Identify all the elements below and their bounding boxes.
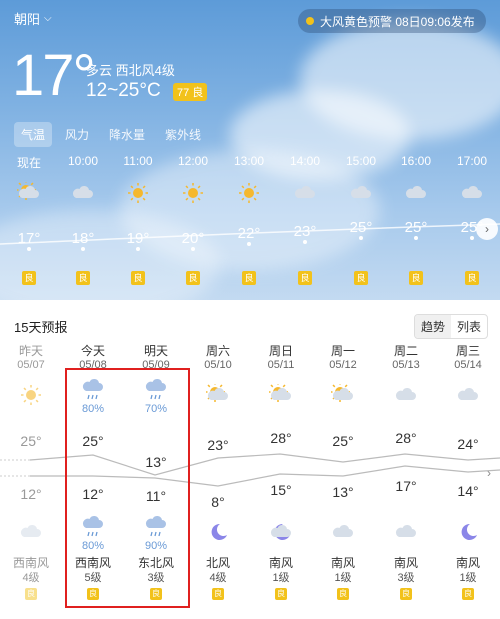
location-selector[interactable]: 朝阳 ⌵: [14, 9, 52, 28]
hour-time: 10:00: [67, 154, 99, 168]
view-list-button[interactable]: 列表: [451, 315, 487, 338]
alert-text: 大风黄色预警 08日09:06发布: [320, 14, 475, 29]
hour-time: 15:00: [345, 154, 377, 168]
hour-aqi-badge: 良: [354, 271, 368, 285]
highlight-box: [65, 368, 190, 608]
hour-time: 16:00: [400, 154, 432, 168]
hero-weather-panel: 朝阳 ⌵ 大风黄色预警 08日09:06发布 17° 多云 西北风4级 12~2…: [0, 0, 500, 300]
temperature-range: 12~25°C: [86, 80, 161, 101]
sun-cloud-icon: [268, 382, 293, 406]
hour-time: 17:00: [456, 154, 488, 168]
hour-aqi-badge: 良: [298, 271, 312, 285]
tab-precipitation[interactable]: 降水量: [102, 122, 152, 147]
day-name: 周日: [268, 344, 293, 358]
cloud-icon: [394, 521, 418, 541]
hour-time: 14:00: [289, 154, 321, 168]
hour-aqi-badge: 良: [22, 271, 36, 285]
day-date: 05/11: [267, 359, 295, 371]
wind-level: 4级: [209, 572, 227, 584]
tab-uv[interactable]: 紫外线: [158, 122, 208, 147]
day-date: 05/13: [392, 359, 420, 371]
cloud-icon: [331, 521, 355, 541]
moon-cloud-icon: [269, 521, 293, 541]
wind-level: 1级: [334, 572, 352, 584]
wind-level: 4级: [22, 572, 40, 584]
sun-cloud-icon: [330, 382, 355, 406]
cloud-icon: [293, 182, 317, 202]
day-name: 周一: [330, 344, 355, 358]
daily-next-button[interactable]: ›: [480, 462, 498, 484]
hourly-next-button[interactable]: ›: [476, 218, 498, 240]
hour-aqi-badge: 良: [242, 271, 256, 285]
day-name: 今天: [80, 344, 105, 358]
sun-icon: [237, 182, 261, 203]
hour-aqi-badge: 良: [409, 271, 423, 285]
hour-aqi-badge: 良: [186, 271, 200, 285]
sun-icon: [126, 182, 150, 203]
weather-alert[interactable]: 大风黄色预警 08日09:06发布: [298, 9, 486, 33]
day-date: 05/12: [329, 359, 357, 371]
day-name: 明天: [143, 344, 168, 358]
wind-level: 3级: [397, 572, 415, 584]
hourly-temp-curve: [0, 223, 500, 245]
hour-time: 11:00: [123, 154, 153, 168]
wind-level: 1级: [459, 572, 477, 584]
tab-temperature[interactable]: 气温: [14, 122, 53, 147]
forecast-title: 15天预报: [14, 320, 68, 335]
tab-wind[interactable]: 风力: [58, 122, 96, 147]
wind-level: 1级: [272, 572, 290, 584]
hour-time: 现在: [16, 156, 41, 170]
moon-icon: [456, 521, 480, 541]
day-name: 周三: [455, 344, 480, 358]
aqi-badge[interactable]: 77 良: [173, 83, 208, 101]
sun-icon: [181, 182, 205, 203]
day-date: 05/07: [17, 359, 45, 371]
cloud-icon: [71, 182, 95, 202]
day-date: 05/10: [204, 359, 232, 371]
cloud-icon: [19, 521, 43, 541]
cloud-icon: [394, 384, 418, 406]
sun-cloud-icon: [205, 382, 230, 406]
day-aqi-badge: 良: [212, 588, 224, 600]
hour-aqi-badge: 良: [76, 271, 90, 285]
moon-icon: [206, 521, 230, 541]
hour-time: 12:00: [177, 154, 209, 168]
day-name: 周六: [205, 344, 230, 358]
day-aqi-badge: 良: [25, 588, 37, 600]
cloud-icon: [456, 384, 480, 406]
day-name: 昨天: [18, 344, 43, 358]
hour-aqi-badge: 良: [465, 271, 479, 285]
day-aqi-badge: 良: [462, 588, 474, 600]
day-date: 05/14: [454, 359, 482, 371]
day-aqi-badge: 良: [275, 588, 287, 600]
current-condition: 多云 西北风4级: [86, 63, 175, 78]
view-trend-button[interactable]: 趋势: [415, 315, 452, 338]
cloud-icon: [460, 182, 484, 202]
alert-dot-icon: [306, 17, 314, 25]
cloud-icon: [404, 182, 428, 202]
location-label: 朝阳: [14, 12, 41, 27]
day-aqi-badge: 良: [400, 588, 412, 600]
current-temperature: 17°: [12, 43, 96, 108]
hourly-tabs: 气温 风力 降水量 紫外线: [14, 122, 208, 147]
view-toggle: 趋势 列表: [414, 314, 489, 339]
hour-aqi-badge: 良: [131, 271, 145, 285]
sun-icon: [19, 384, 43, 406]
hour-time: 13:00: [233, 154, 265, 168]
day-aqi-badge: 良: [337, 588, 349, 600]
day-name: 周二: [393, 344, 418, 358]
chevron-down-icon: ⌵: [44, 13, 52, 24]
sun-cloud-icon: [16, 180, 41, 202]
cloud-icon: [349, 182, 373, 202]
